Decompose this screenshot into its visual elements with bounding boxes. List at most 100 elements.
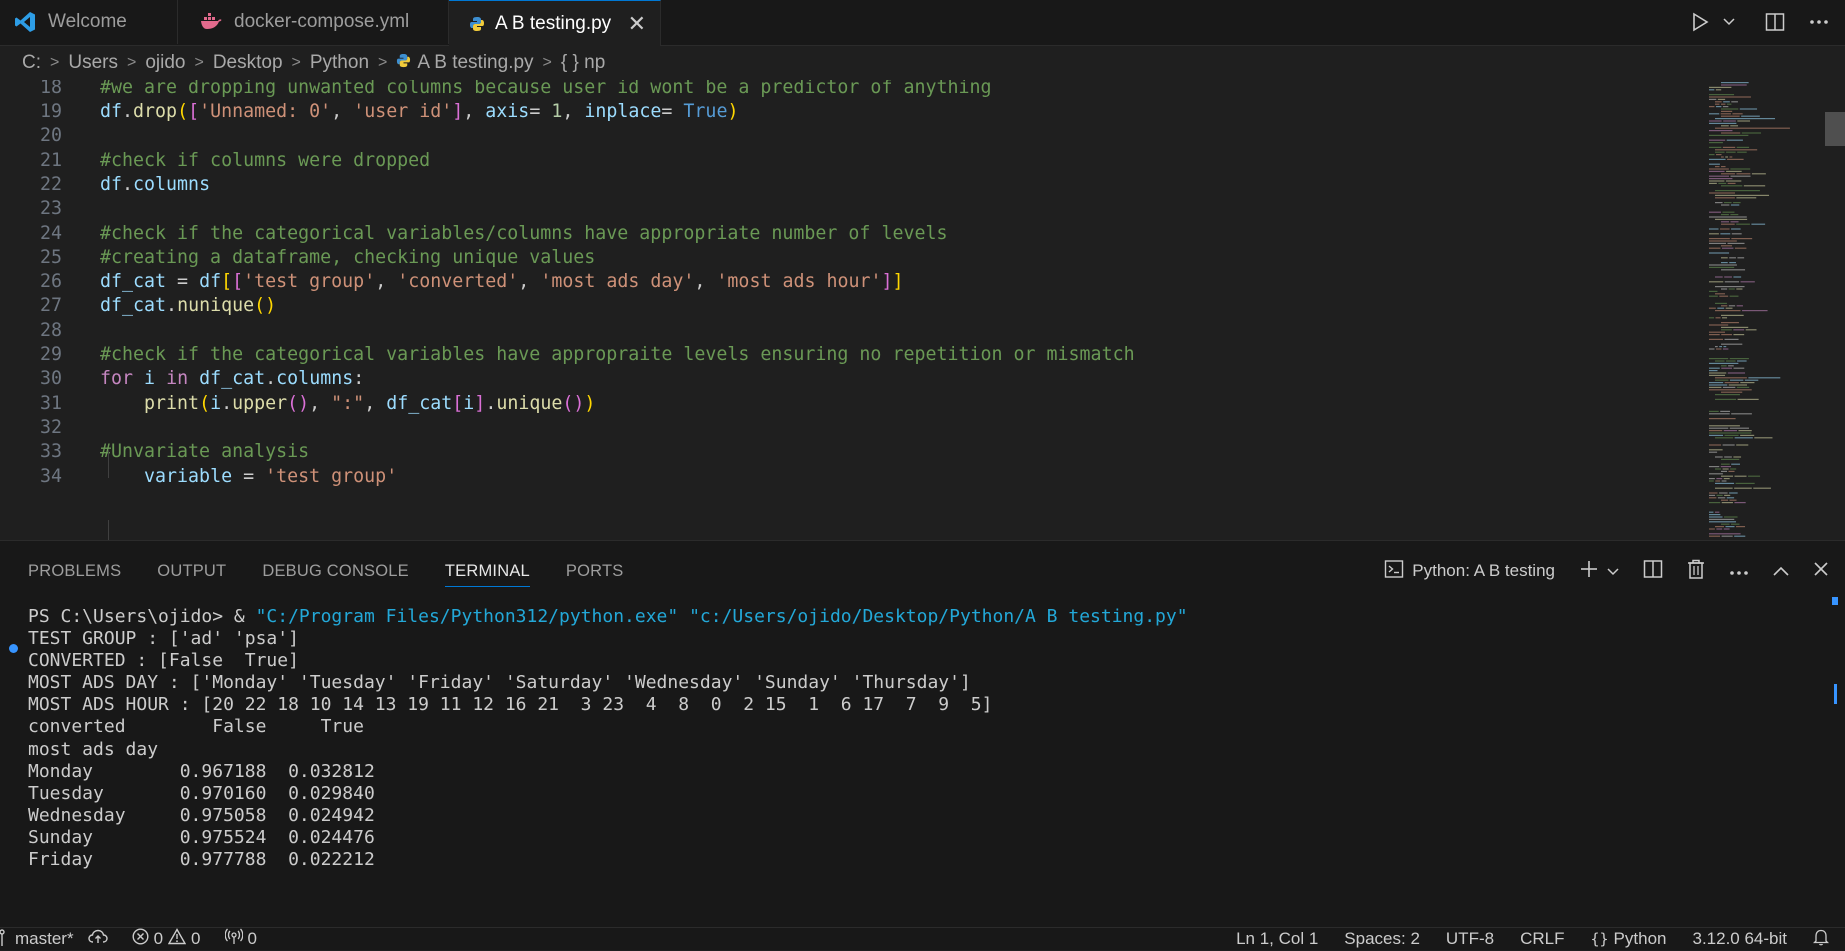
tab-output[interactable]: OUTPUT [157,541,226,601]
tab-terminal[interactable]: TERMINAL [444,541,530,601]
minimap-line [1724,494,1731,496]
minimap-line [1709,307,1716,309]
minimap-line [1715,487,1733,489]
minimap-line [1715,398,1737,400]
minimap-line [1736,526,1746,528]
minimap-line [1709,358,1729,360]
minimap-line [1726,151,1736,153]
minimap-viewport[interactable] [1709,80,1809,81]
minimap-line [1709,478,1715,480]
command-decoration-icon[interactable] [9,644,18,653]
minimap-line [1709,192,1736,194]
end-of-line[interactable]: CRLF [1520,929,1564,949]
chevron-right-icon: > [378,54,388,71]
tab-debug-console[interactable]: DEBUG CONSOLE [262,541,409,601]
minimap-line [1709,139,1726,141]
code-token: ) [727,101,739,123]
encoding[interactable]: UTF-8 [1446,929,1494,949]
panel-actions: Python: A B testing [1384,541,1829,601]
status-left: master* 0 0 0 [0,928,257,950]
maximize-panel-icon[interactable] [1773,561,1789,581]
minimap-line [1724,281,1740,283]
problems-item[interactable]: 0 0 [132,928,201,950]
python-interpreter[interactable]: 3.12.0 64-bit [1692,929,1787,949]
minimap-line [1709,430,1723,432]
breadcrumb-item[interactable]: ojido [145,52,185,74]
minimap-line [1721,343,1743,345]
language-mode[interactable]: {} Python [1590,929,1666,949]
minimap-line [1736,386,1750,388]
minimap-line [1709,180,1725,182]
minimap-line [1726,103,1732,105]
code-token: [ [452,392,464,414]
breadcrumb-symbol[interactable]: { } np [561,52,605,74]
git-branch-icon [0,928,10,951]
minimap-line [1721,82,1749,84]
tab-welcome[interactable]: Welcome [0,0,178,44]
minimap-line [1740,434,1755,436]
minimap-line [1729,156,1733,158]
minimap-line [1715,317,1721,319]
breadcrumb-item[interactable]: Users [68,52,118,74]
minimap-line [1715,127,1790,129]
line-content: #check if columns were dropped [100,150,430,171]
more-actions-icon[interactable] [1809,19,1829,25]
minimap-line [1709,238,1730,240]
minimap-line [1715,190,1760,192]
minimap-line [1709,96,1751,98]
trash-icon[interactable] [1687,559,1705,584]
chevron-down-icon[interactable] [1723,18,1735,26]
terminal-selector[interactable]: Python: A B testing [1384,559,1555,584]
chevron-right-icon: > [126,54,137,71]
tab-a-b-testing[interactable]: A B testing.py ✕ [449,0,661,46]
breadcrumb-item[interactable]: Desktop [213,52,283,74]
minimap-line [1733,202,1741,204]
editor-actions [1691,0,1845,44]
tab-problems[interactable]: PROBLEMS [28,541,121,601]
minimap-line [1732,113,1743,115]
cursor-position[interactable]: Ln 1, Col 1 [1236,929,1318,949]
minimap-line [1727,242,1745,244]
run-python-file-icon[interactable] [1691,12,1709,32]
new-terminal-icon[interactable] [1579,559,1599,584]
close-tab-icon[interactable]: ✕ [628,11,646,37]
sync-icon[interactable] [87,929,108,950]
minimap-line [1721,166,1726,168]
minimap-line [1715,106,1722,108]
minimap-line [1722,211,1735,213]
editor-scrollbar[interactable] [1825,82,1845,540]
code-editor[interactable]: 18 #we are dropping unwanted columns beca… [0,80,1845,540]
ports-item[interactable]: 0 [224,928,257,950]
breadcrumb-item[interactable]: A B testing.py [417,52,533,74]
minimap[interactable] [1709,80,1809,540]
code-token: , [463,101,486,123]
minimap-line [1721,367,1733,369]
minimap-line [1721,156,1724,158]
split-editor-icon[interactable] [1765,12,1785,32]
breadcrumb-item[interactable]: C: [22,52,41,74]
minimap-line [1709,497,1717,499]
minimap-line [1709,386,1722,388]
code-token: () [287,392,310,414]
code-line[interactable]: 34 variable = 'test group' [0,462,1700,491]
code-token: upper [232,392,288,414]
more-actions-icon[interactable] [1729,561,1749,581]
line-number: 21 [39,149,62,171]
scrollbar-thumb[interactable] [1825,112,1845,146]
code-token: i [463,392,475,414]
notifications-bell-icon[interactable] [1812,928,1830,951]
terminal-output[interactable]: PS C:\Users\ojido> & "C:/Program Files/P… [0,604,1820,926]
tab-ports[interactable]: PORTS [566,541,624,601]
breadcrumb-item[interactable]: Python [310,52,369,74]
scrollbar-marker [1832,597,1838,605]
chevron-down-icon[interactable] [1607,561,1619,581]
tab-docker-compose[interactable]: docker-compose.yml [178,0,449,44]
git-branch-item[interactable]: master* [0,928,74,951]
split-terminal-icon[interactable] [1643,559,1663,584]
minimap-line [1726,360,1736,362]
indentation[interactable]: Spaces: 2 [1344,929,1420,949]
minimap-line [1720,113,1731,115]
minimap-line [1731,101,1738,103]
close-panel-icon[interactable] [1813,561,1829,582]
